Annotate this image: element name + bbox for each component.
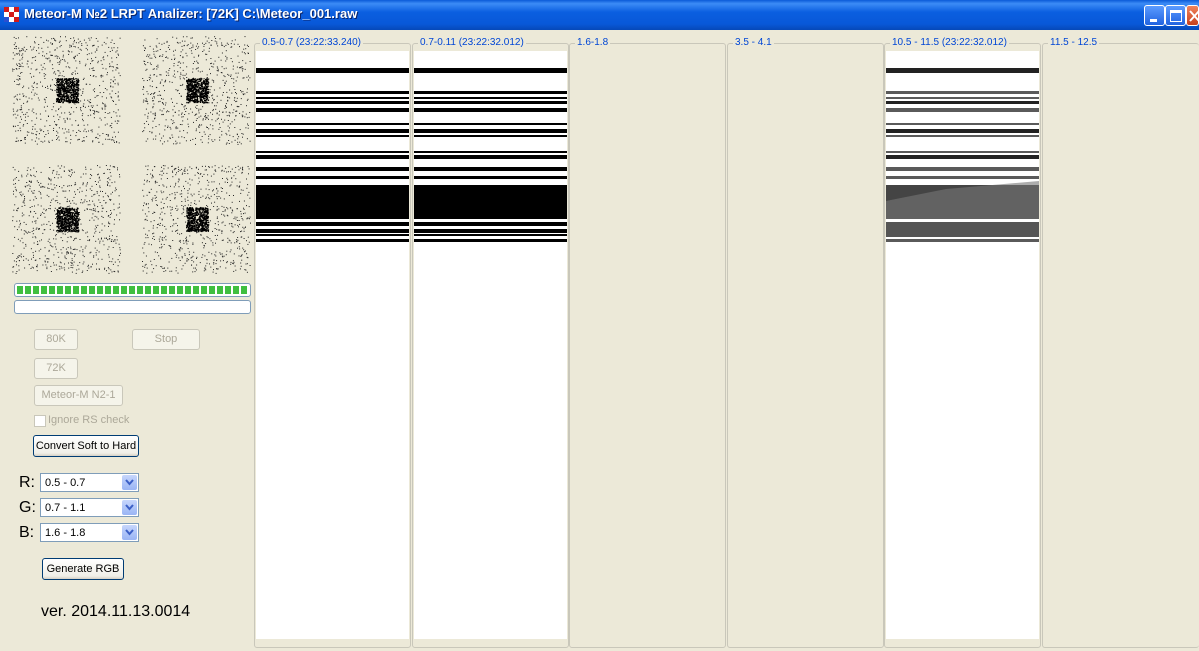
title-bar[interactable]: Meteor-M №2 LRPT Analizer: [72K] C:\Mete… (0, 0, 1199, 30)
channel-image (256, 51, 409, 639)
80k-button[interactable]: 80K (34, 329, 78, 350)
channel-label: 3.5 - 4.1 (733, 37, 774, 48)
channel-label: 1.6-1.8 (575, 37, 611, 48)
constellation-plot (12, 165, 121, 274)
maximize-button[interactable] (1165, 5, 1186, 26)
app-icon (4, 7, 20, 23)
g-label: G: (19, 499, 36, 516)
b-channel-value: 1.6 - 1.8 (45, 527, 86, 539)
r-channel-value: 0.5 - 0.7 (45, 477, 86, 489)
constellation-plot (12, 36, 121, 145)
ignore-rs-label: Ignore RS check (48, 414, 130, 426)
channel-label: 11.5 - 12.5 (1048, 37, 1100, 48)
chevron-down-icon[interactable] (122, 525, 137, 540)
r-label: R: (19, 474, 35, 491)
maximize-icon (1170, 10, 1182, 22)
version-label: ver. 2014.11.13.0014 (41, 603, 191, 620)
sync-progress-bar (14, 283, 251, 297)
channel-panel: 0.7-0.11 (23:22:32.012) (412, 34, 569, 651)
minimize-button[interactable] (1144, 5, 1165, 26)
window-title: Meteor-M №2 LRPT Analizer: [72K] C:\Mete… (24, 6, 358, 21)
channel-label: 0.7-0.11 (23:22:32.012) (418, 37, 526, 48)
channel-label: 10.5 - 11.5 (23:22:32.012) (890, 37, 1009, 48)
g-channel-value: 0.7 - 1.1 (45, 502, 86, 514)
ignore-rs-checkbox[interactable] (34, 415, 46, 427)
channel-frame (1042, 43, 1199, 648)
convert-soft-to-hard-button[interactable]: Convert Soft to Hard (33, 435, 139, 457)
channel-image (886, 51, 1039, 639)
minimize-icon (1150, 19, 1157, 22)
generate-rgb-button[interactable]: Generate RGB (42, 558, 124, 580)
constellation-plot (142, 36, 251, 145)
channel-panel: 3.5 - 4.1 (727, 34, 884, 651)
channel-panel: 11.5 - 12.5 (1042, 34, 1199, 651)
channel-frame (569, 43, 726, 648)
app-window: Meteor-M №2 LRPT Analizer: [72K] C:\Mete… (0, 0, 1199, 651)
constellation-plot (142, 165, 251, 274)
r-channel-select[interactable]: 0.5 - 0.7 (40, 473, 139, 492)
b-label: B: (19, 524, 35, 541)
chevron-down-icon[interactable] (122, 500, 137, 515)
b-channel-select[interactable]: 1.6 - 1.8 (40, 523, 139, 542)
g-channel-select[interactable]: 0.7 - 1.1 (40, 498, 139, 517)
meteor-m-n2-1-button[interactable]: Meteor-M N2-1 (34, 385, 123, 406)
channel-panel: 10.5 - 11.5 (23:22:32.012) (884, 34, 1041, 651)
channel-image (414, 51, 567, 639)
chevron-down-icon[interactable] (122, 475, 137, 490)
file-progress-bar (14, 300, 251, 314)
stop-button[interactable]: Stop (132, 329, 200, 350)
channel-panel: 1.6-1.8 (569, 34, 726, 651)
channel-frame (727, 43, 884, 648)
channel-label: 0.5-0.7 (23:22:33.240) (260, 37, 363, 48)
close-icon (1189, 10, 1199, 22)
72k-button[interactable]: 72K (34, 358, 78, 379)
sync-progress-fill (17, 286, 248, 294)
channel-panel: 0.5-0.7 (23:22:33.240) (254, 34, 411, 651)
close-button[interactable] (1186, 5, 1199, 26)
